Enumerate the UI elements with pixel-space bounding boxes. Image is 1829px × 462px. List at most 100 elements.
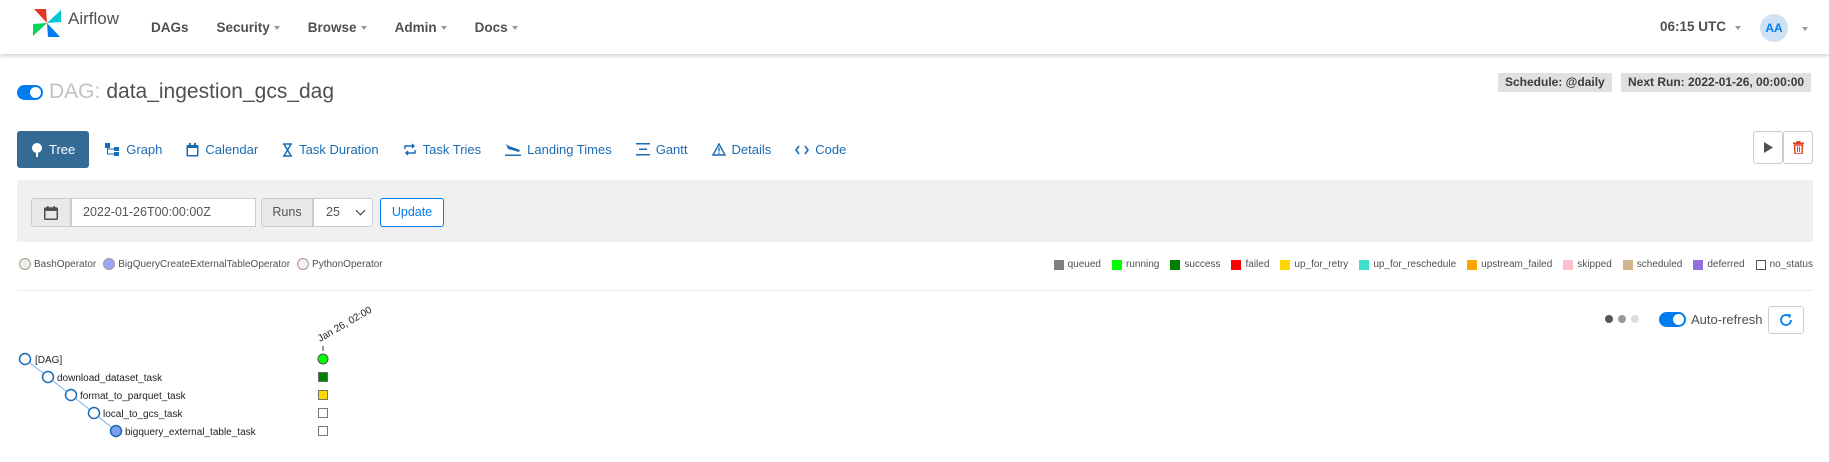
status-label: scheduled bbox=[1636, 259, 1683, 270]
task-name[interactable]: download_dataset_task bbox=[57, 373, 163, 384]
auto-refresh-toggle[interactable] bbox=[1659, 312, 1686, 327]
status-swatch bbox=[1622, 259, 1633, 270]
status-legend-item: success bbox=[1170, 259, 1220, 270]
task-instance-status[interactable] bbox=[318, 390, 328, 400]
task-instance-status[interactable] bbox=[318, 372, 328, 382]
status-legend-item: deferred bbox=[1693, 259, 1745, 270]
tab-calendar-label: Calendar bbox=[205, 142, 259, 157]
caret-down-icon bbox=[511, 26, 518, 30]
trash-icon bbox=[1792, 141, 1804, 154]
plane-landing-icon bbox=[505, 143, 522, 156]
task-node-circle[interactable] bbox=[64, 388, 78, 402]
nav-dags-label: DAGs bbox=[151, 19, 189, 35]
tab-gantt[interactable]: Gantt bbox=[624, 131, 700, 168]
status-legend-item: upstream_failed bbox=[1467, 259, 1552, 270]
next-run-badge: Next Run: 2022-01-26, 00:00:00 bbox=[1621, 73, 1812, 92]
delete-dag-button[interactable] bbox=[1783, 131, 1813, 164]
status-label: success bbox=[1184, 259, 1221, 270]
status-label: up_for_reschedule bbox=[1373, 259, 1457, 270]
status-legend-item: scheduled bbox=[1622, 259, 1683, 270]
operator-legend-item: BashOperator bbox=[19, 258, 96, 270]
tab-details[interactable]: Details bbox=[700, 131, 784, 168]
tab-task-tries[interactable]: Task Tries bbox=[391, 131, 494, 168]
warning-triangle-icon bbox=[711, 143, 726, 156]
status-swatch bbox=[1112, 259, 1122, 270]
clock-label: 06:15 UTC bbox=[1660, 19, 1727, 34]
task-node-circle[interactable] bbox=[87, 406, 101, 420]
code-icon bbox=[795, 144, 810, 156]
dag-pause-toggle[interactable] bbox=[17, 84, 43, 100]
nav-admin-label: Admin bbox=[394, 19, 437, 35]
dag-title: data_ingestion_gcs_dag bbox=[106, 80, 335, 103]
tab-graph[interactable]: Graph bbox=[93, 131, 174, 168]
operator-legend-item: PythonOperator bbox=[297, 258, 383, 270]
avatar-caret-icon[interactable] bbox=[1802, 27, 1808, 31]
task-name[interactable]: format_to_parquet_task bbox=[80, 391, 187, 402]
tab-graph-label: Graph bbox=[126, 142, 163, 157]
task-instance-status[interactable] bbox=[318, 408, 328, 418]
main-nav: DAGs Security Browse Admin Docs bbox=[151, 0, 546, 54]
task-node-circle[interactable] bbox=[41, 370, 55, 384]
airflow-brand[interactable]: Airflow bbox=[30, 6, 119, 40]
hourglass-icon bbox=[282, 142, 293, 157]
auto-refresh-label: Auto-refresh bbox=[1691, 312, 1763, 327]
schedule-badge: Schedule: @daily bbox=[1498, 73, 1612, 92]
nav-security[interactable]: Security bbox=[217, 20, 280, 35]
nav-admin[interactable]: Admin bbox=[395, 20, 447, 35]
status-label: deferred bbox=[1707, 259, 1745, 270]
refresh-button[interactable] bbox=[1768, 306, 1804, 334]
graph-icon bbox=[105, 143, 120, 156]
tab-task-duration[interactable]: Task Duration bbox=[270, 131, 390, 168]
tree-row[interactable]: [DAG] bbox=[18, 352, 329, 367]
tree-row[interactable]: bigquery_external_table_task bbox=[109, 424, 328, 439]
status-legend-item: failed bbox=[1231, 259, 1269, 270]
dag-node-circle[interactable] bbox=[18, 352, 32, 366]
status-legend-item: skipped bbox=[1563, 259, 1612, 270]
tree-row[interactable]: local_to_gcs_task bbox=[87, 406, 328, 421]
nav-security-label: Security bbox=[216, 19, 270, 35]
status-legend-item: running bbox=[1112, 259, 1159, 270]
task-name[interactable]: [DAG] bbox=[35, 355, 62, 366]
nav-dags[interactable]: DAGs bbox=[151, 20, 189, 35]
caret-down-icon bbox=[440, 26, 447, 30]
calendar-icon bbox=[186, 142, 199, 157]
runs-select[interactable]: 25 bbox=[313, 198, 373, 227]
task-instance-status[interactable] bbox=[318, 426, 328, 436]
task-name[interactable]: local_to_gcs_task bbox=[103, 409, 183, 420]
tab-gantt-label: Gantt bbox=[655, 142, 688, 157]
tab-task-duration-label: Task Duration bbox=[299, 142, 379, 157]
task-name[interactable]: bigquery_external_table_task bbox=[125, 427, 257, 438]
calendar-icon bbox=[44, 205, 58, 220]
tab-tree[interactable]: Tree bbox=[17, 131, 90, 168]
status-swatch bbox=[1170, 259, 1181, 270]
trigger-dag-button[interactable] bbox=[1753, 131, 1783, 164]
operator-label: BashOperator bbox=[34, 258, 97, 270]
status-swatch bbox=[1563, 259, 1574, 270]
update-button[interactable]: Update bbox=[380, 198, 444, 227]
nav-browse[interactable]: Browse bbox=[308, 20, 367, 35]
tab-landing-times[interactable]: Landing Times bbox=[493, 131, 624, 168]
status-swatch bbox=[1280, 259, 1291, 270]
run-column-label: Jan 26, 02:00 bbox=[316, 305, 374, 345]
play-icon bbox=[1764, 142, 1773, 153]
chevron-down-icon bbox=[355, 205, 366, 216]
nav-browse-label: Browse bbox=[307, 19, 357, 35]
tree-row[interactable]: format_to_parquet_task bbox=[64, 388, 328, 403]
tab-details-label: Details bbox=[731, 142, 772, 157]
tree-row[interactable]: download_dataset_task bbox=[41, 370, 328, 385]
view-tabs: Tree Graph Calendar Task Duration Task T… bbox=[17, 131, 858, 168]
status-label: up_for_retry bbox=[1294, 259, 1349, 270]
refresh-icon bbox=[1780, 314, 1792, 326]
utc-clock[interactable]: 06:15 UTC bbox=[1660, 19, 1742, 34]
status-swatch bbox=[1755, 259, 1766, 270]
task-node-circle[interactable] bbox=[109, 424, 123, 438]
tab-code[interactable]: Code bbox=[783, 131, 858, 168]
operator-color-dot bbox=[297, 258, 310, 270]
tab-calendar[interactable]: Calendar bbox=[174, 131, 270, 168]
base-date-input[interactable]: 2022-01-26T00:00:00Z bbox=[71, 198, 256, 227]
runs-select-value: 25 bbox=[326, 205, 340, 219]
dag-run-status[interactable] bbox=[317, 353, 329, 365]
nav-docs[interactable]: Docs bbox=[475, 20, 518, 35]
avatar[interactable]: AA bbox=[1760, 14, 1788, 42]
date-picker-button[interactable] bbox=[31, 198, 71, 227]
